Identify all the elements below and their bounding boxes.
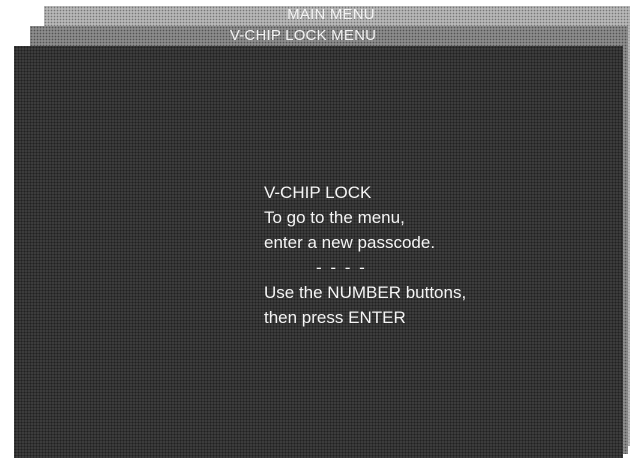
instruction-line-3: Use the NUMBER buttons, [264, 283, 467, 302]
instruction-line-4: then press ENTER [264, 308, 406, 327]
instruction-line-2: enter a new passcode. [264, 233, 436, 252]
screen-heading: V-CHIP LOCK [264, 183, 372, 202]
passcode-field[interactable]: - - - - [264, 255, 466, 280]
main-menu-title: MAIN MENU [287, 6, 375, 23]
instruction-line-1: To go to the menu, [264, 208, 405, 227]
vchip-lock-menu-title: V-CHIP LOCK MENU [229, 27, 377, 44]
passcode-entry-screen: V-CHIP LOCK To go to the menu, enter a n… [14, 46, 623, 458]
passcode-instructions: V-CHIP LOCK To go to the menu, enter a n… [264, 180, 466, 330]
